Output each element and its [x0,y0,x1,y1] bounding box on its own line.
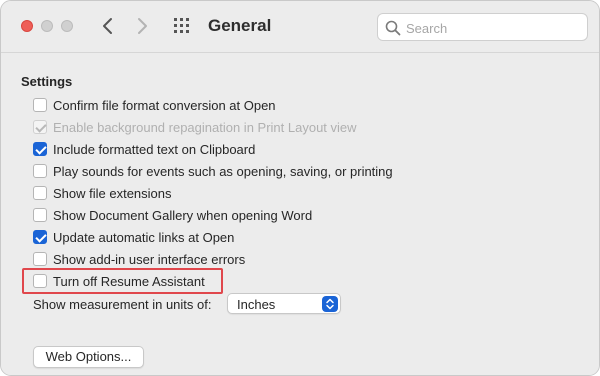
checkbox[interactable] [33,274,47,288]
option-turn-off-resume-assistant[interactable]: Turn off Resume Assistant [33,272,205,290]
checkbox[interactable] [33,164,47,178]
checkbox[interactable] [33,208,47,222]
option-label: Play sounds for events such as opening, … [53,163,393,179]
search-icon [385,20,401,36]
settings-pane: Settings Confirm file format conversion … [1,54,599,375]
checkbox[interactable] [33,186,47,200]
minimize-window-button[interactable] [41,20,53,32]
option-label: Enable background repagination in Print … [53,119,357,135]
checkbox[interactable] [33,98,47,112]
zoom-window-button[interactable] [61,20,73,32]
option-label: Show file extensions [53,185,172,201]
back-button[interactable] [97,15,119,37]
option-background-repagination: Enable background repagination in Print … [33,118,357,136]
option-label: Show Document Gallery when opening Word [53,207,313,223]
option-label: Include formatted text on Clipboard [53,141,256,157]
option-confirm-file-format-conversion[interactable]: Confirm file format conversion at Open [33,96,276,114]
checkbox [33,120,47,134]
option-label: Turn off Resume Assistant [53,273,205,289]
checkbox[interactable] [33,230,47,244]
option-show-file-extensions[interactable]: Show file extensions [33,184,172,202]
chevron-right-icon [138,18,147,34]
preferences-window: General Settings Confirm file format con… [0,0,600,376]
checkbox[interactable] [33,252,47,266]
measurement-units-label: Show measurement in units of: [33,297,212,312]
up-down-arrows-icon [322,296,338,312]
option-include-formatted-text[interactable]: Include formatted text on Clipboard [33,140,255,158]
web-options-button[interactable]: Web Options... [33,346,144,368]
option-show-add-in-errors[interactable]: Show add-in user interface errors [33,250,245,268]
select-value: Inches [237,297,276,312]
search-field[interactable] [377,13,588,41]
forward-button[interactable] [131,15,153,37]
show-all-button[interactable] [173,17,193,35]
option-play-sounds[interactable]: Play sounds for events such as opening, … [33,162,393,180]
window-title: General [208,16,272,35]
option-label: Update automatic links at Open [53,229,235,245]
chevron-left-icon [103,18,112,34]
close-window-button[interactable] [21,20,33,32]
search-input[interactable] [406,18,581,38]
option-label: Confirm file format conversion at Open [53,97,276,113]
settings-heading: Settings [21,74,73,89]
option-update-automatic-links[interactable]: Update automatic links at Open [33,228,234,246]
option-label: Show add-in user interface errors [53,251,246,267]
checkbox[interactable] [33,142,47,156]
title-bar: General [1,1,599,53]
measurement-units-select[interactable]: Inches [227,293,341,314]
option-show-document-gallery[interactable]: Show Document Gallery when opening Word [33,206,312,224]
grid-icon [174,18,189,33]
